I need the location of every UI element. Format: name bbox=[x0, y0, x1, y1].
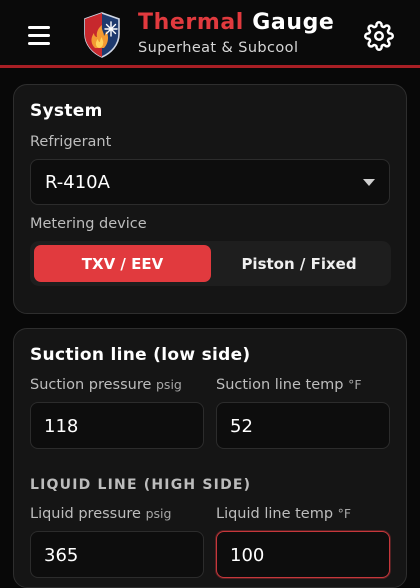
menu-bar bbox=[28, 34, 50, 37]
liquid-line-section-title: LIQUID LINE (HIGH SIDE) bbox=[30, 477, 252, 493]
chevron-down-icon bbox=[363, 179, 375, 186]
suction-pressure-label-text: Suction pressure bbox=[30, 377, 152, 393]
liquid-temp-unit: °F bbox=[337, 506, 352, 521]
suction-temp-value: 52 bbox=[230, 416, 253, 437]
system-card-title: System bbox=[30, 101, 103, 121]
liquid-temp-label: Liquid line temp °F bbox=[216, 506, 351, 522]
suction-card: Suction line (low side) Suction pressure… bbox=[13, 328, 407, 588]
suction-temp-input[interactable]: 52 bbox=[216, 402, 390, 449]
liquid-temp-input[interactable]: 100 bbox=[216, 531, 390, 578]
metering-option-piston-fixed[interactable]: Piston / Fixed bbox=[211, 245, 387, 282]
refrigerant-select-value: R-410A bbox=[45, 172, 110, 193]
app-logo-icon bbox=[84, 12, 120, 58]
suction-card-title: Suction line (low side) bbox=[30, 345, 251, 365]
app-title: Thermal Gauge bbox=[138, 10, 334, 35]
suction-temp-label: Suction line temp °F bbox=[216, 377, 362, 393]
liquid-temp-label-text: Liquid line temp bbox=[216, 506, 334, 522]
menu-icon[interactable] bbox=[28, 26, 52, 46]
refrigerant-label: Refrigerant bbox=[30, 134, 112, 150]
menu-bar bbox=[28, 26, 50, 29]
suction-pressure-value: 118 bbox=[44, 416, 79, 437]
suction-pressure-label: Suction pressure psig bbox=[30, 377, 182, 393]
suction-pressure-unit: psig bbox=[156, 377, 182, 392]
metering-device-label: Metering device bbox=[30, 216, 147, 232]
liquid-pressure-value: 365 bbox=[44, 545, 79, 566]
menu-bar bbox=[28, 42, 50, 45]
refrigerant-select[interactable]: R-410A bbox=[30, 159, 390, 205]
suction-pressure-input[interactable]: 118 bbox=[30, 402, 204, 449]
app-subtitle: Superheat & Subcool bbox=[138, 40, 299, 56]
gear-icon[interactable] bbox=[364, 21, 394, 51]
suction-temp-label-text: Suction line temp bbox=[216, 377, 344, 393]
app-header: Thermal Gauge Superheat & Subcool bbox=[0, 0, 420, 68]
suction-temp-unit: °F bbox=[348, 377, 362, 392]
metering-option-txv-eev[interactable]: TXV / EEV bbox=[34, 245, 211, 282]
liquid-temp-value: 100 bbox=[230, 545, 265, 566]
app-title-accent: Thermal bbox=[138, 10, 244, 35]
liquid-pressure-label: Liquid pressure psig bbox=[30, 506, 171, 522]
liquid-pressure-label-text: Liquid pressure bbox=[30, 506, 141, 522]
app-title-plain: Gauge bbox=[252, 10, 335, 35]
liquid-pressure-input[interactable]: 365 bbox=[30, 531, 204, 578]
metering-device-toggle: TXV / EEV Piston / Fixed bbox=[30, 241, 391, 286]
liquid-pressure-unit: psig bbox=[145, 506, 172, 521]
system-card: System Refrigerant R-410A Metering devic… bbox=[13, 84, 407, 314]
